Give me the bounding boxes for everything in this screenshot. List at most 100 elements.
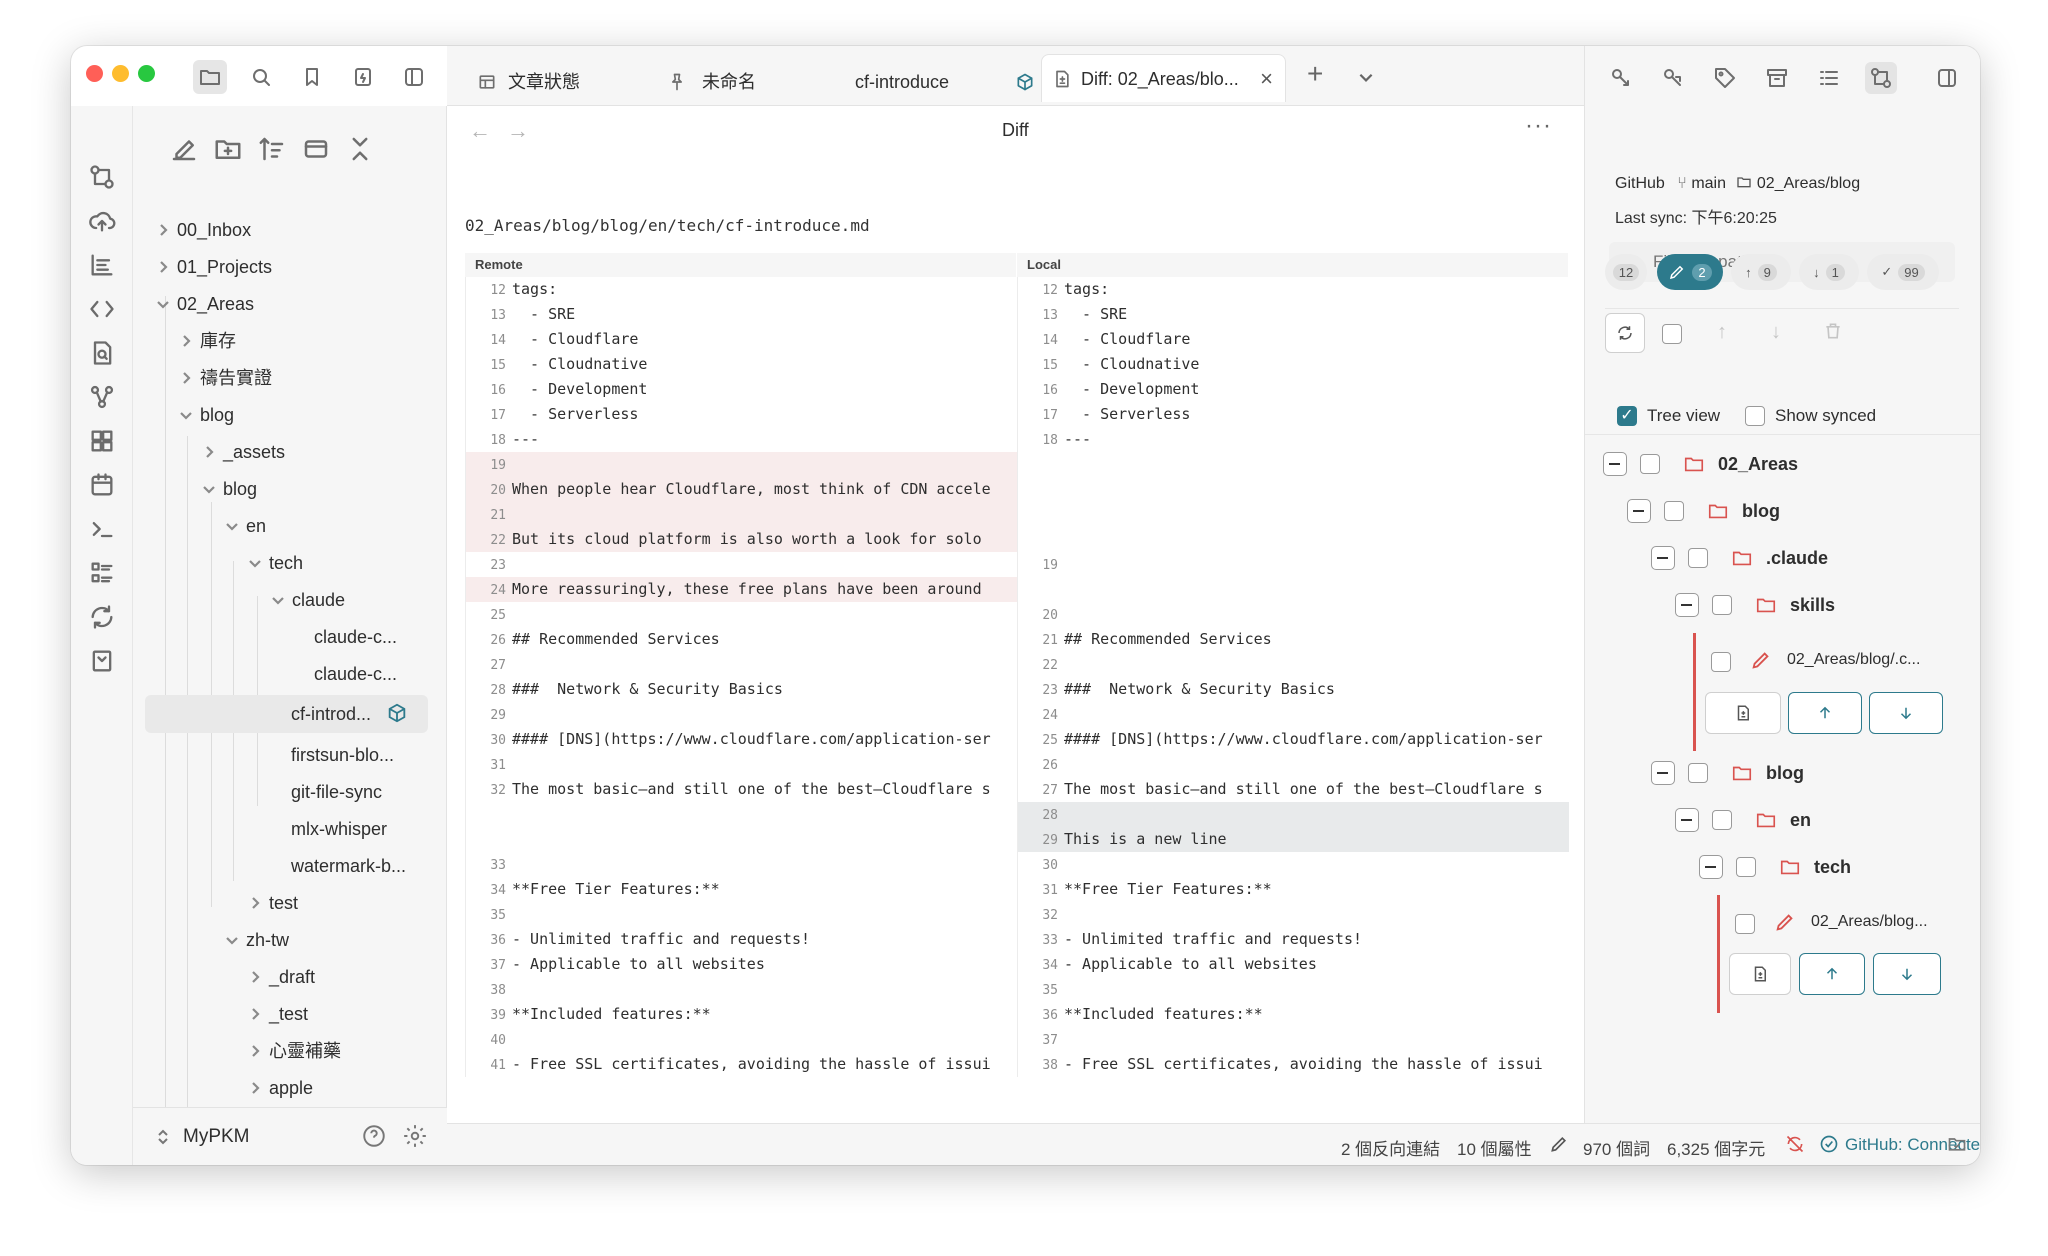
zoom-window-button[interactable]	[138, 65, 155, 82]
claude-checkbox[interactable]	[1688, 548, 1708, 568]
calendar-icon[interactable]	[88, 471, 116, 499]
git-folder-blog[interactable]: blog	[1742, 501, 1780, 522]
tech-checkbox[interactable]	[1736, 857, 1756, 877]
tab-list-chevron-icon[interactable]	[1357, 68, 1375, 86]
file-watermark[interactable]: watermark-b...	[291, 849, 406, 883]
file1-open-button[interactable]	[1705, 692, 1781, 734]
git-folder-claude[interactable]: .claude	[1766, 548, 1828, 569]
tree-view-checkbox[interactable]: ✓	[1617, 406, 1637, 426]
collapse-tabs-icon[interactable]	[301, 134, 331, 164]
pull-selected-icon[interactable]: ↓	[1771, 321, 1781, 344]
book-icon[interactable]	[88, 647, 116, 675]
file-search-icon[interactable]	[88, 339, 116, 367]
note-icon[interactable]	[346, 60, 380, 94]
tab-article-status[interactable]: 文章狀態	[477, 58, 580, 106]
folder-blog-inner[interactable]: blog	[201, 472, 257, 506]
folder-en[interactable]: en	[224, 509, 266, 543]
collapse-blog-button[interactable]	[1627, 499, 1651, 523]
vault-switcher[interactable]: MyPKM	[133, 1107, 447, 1165]
search-icon[interactable]	[244, 60, 278, 94]
list-icon[interactable]	[88, 251, 116, 279]
folder-areas[interactable]: 02_Areas	[155, 287, 254, 321]
push-selected-icon[interactable]: ↑	[1717, 321, 1727, 344]
collapse-blog2-button[interactable]	[1651, 761, 1675, 785]
bookmark-icon[interactable]	[295, 60, 329, 94]
folder-blog[interactable]: blog	[178, 398, 234, 432]
grid-icon[interactable]	[88, 427, 116, 455]
tab-untitled[interactable]: 未命名	[667, 58, 756, 106]
filter-modified-pill[interactable]: 2	[1657, 254, 1723, 290]
collapse-tech-button[interactable]	[1699, 855, 1723, 879]
filter-behind-pill[interactable]: ↓ 1	[1799, 254, 1859, 290]
folder-daogao[interactable]: 禱告實證	[178, 361, 272, 395]
areas-checkbox[interactable]	[1640, 454, 1660, 474]
filter-all-pill[interactable]: 12	[1605, 254, 1647, 290]
more-options-icon[interactable]: ···	[1525, 112, 1552, 140]
cloud-upload-icon[interactable]	[88, 207, 116, 235]
en-checkbox[interactable]	[1712, 810, 1732, 830]
close-tab-icon[interactable]: ×	[1260, 55, 1273, 103]
filter-synced-pill[interactable]: ✓ 99	[1867, 254, 1939, 290]
terminal-icon[interactable]	[88, 515, 116, 543]
collapse-all-icon[interactable]	[345, 134, 375, 164]
template-icon[interactable]	[88, 295, 116, 323]
collapse-areas-button[interactable]	[1603, 452, 1627, 476]
git-changes-icon[interactable]	[1865, 62, 1897, 94]
folder-test2[interactable]: _test	[247, 997, 308, 1031]
git-file-1[interactable]: 02_Areas/blog/.c...	[1787, 651, 1920, 669]
kanban-icon[interactable]	[88, 559, 116, 587]
folder-check-icon[interactable]	[1947, 1134, 1967, 1154]
file-mlx-whisper[interactable]: mlx-whisper	[291, 812, 387, 846]
git-file-2[interactable]: 02_Areas/blog...	[1811, 913, 1928, 931]
git-pull-icon[interactable]	[1605, 62, 1637, 94]
sort-icon[interactable]	[257, 134, 287, 164]
folder-projects[interactable]: 01_Projects	[155, 250, 272, 284]
file-git-file-sync[interactable]: git-file-sync	[291, 775, 382, 809]
select-all-checkbox[interactable]	[1662, 324, 1682, 344]
close-window-button[interactable]	[86, 65, 103, 82]
git-folder-areas[interactable]: 02_Areas	[1718, 454, 1798, 475]
tag-icon[interactable]	[1709, 62, 1741, 94]
edit-pencil-icon[interactable]	[1549, 1134, 1569, 1154]
forward-arrow-icon[interactable]: →	[507, 118, 529, 144]
folder-draft[interactable]: _draft	[247, 960, 315, 994]
properties-count[interactable]: 10 個屬性	[1457, 1135, 1532, 1160]
folder-xinling[interactable]: 心靈補藥	[247, 1034, 341, 1068]
sync-icon[interactable]	[88, 603, 116, 631]
settings-icon[interactable]	[402, 1123, 428, 1149]
filter-ahead-pill[interactable]: ↑ 9	[1731, 254, 1791, 290]
blog-checkbox[interactable]	[1664, 501, 1684, 521]
file-cf-introduce[interactable]: cf-introd...	[291, 697, 408, 731]
new-note-icon[interactable]	[169, 134, 199, 164]
git-folder-skills[interactable]: skills	[1790, 595, 1835, 616]
backlinks-count[interactable]: 2 個反向連結	[1341, 1135, 1440, 1160]
sidebar-toggle-icon[interactable]	[397, 60, 431, 94]
file1-checkbox[interactable]	[1711, 652, 1731, 672]
folder-claude[interactable]: claude	[270, 583, 345, 617]
new-tab-icon[interactable]: +	[1307, 58, 1323, 90]
file1-push-button[interactable]	[1788, 692, 1862, 734]
git-compare-icon[interactable]	[88, 163, 116, 191]
file2-pull-button[interactable]	[1873, 953, 1941, 995]
refresh-button[interactable]	[1605, 313, 1645, 353]
folder-test[interactable]: test	[247, 886, 298, 920]
file2-push-button[interactable]	[1799, 953, 1865, 995]
folder-assets[interactable]: _assets	[201, 435, 285, 469]
folder-apple[interactable]: apple	[247, 1071, 313, 1105]
help-icon[interactable]	[361, 1123, 387, 1149]
tab-diff[interactable]: Diff: 02_Areas/blo... ×	[1041, 54, 1286, 102]
folder-inbox[interactable]: 00_Inbox	[155, 213, 251, 247]
right-sidebar-toggle-icon[interactable]	[1931, 62, 1963, 94]
tab-cf-introduce[interactable]: cf-introduce	[847, 58, 1037, 106]
collapse-skills-button[interactable]	[1675, 593, 1699, 617]
file1-pull-button[interactable]	[1869, 692, 1943, 734]
show-synced-checkbox[interactable]	[1745, 406, 1765, 426]
folder-icon[interactable]	[193, 60, 227, 94]
file-claude-c1[interactable]: claude-c...	[314, 620, 397, 654]
file-claude-c2[interactable]: claude-c...	[314, 657, 397, 691]
skills-checkbox[interactable]	[1712, 595, 1732, 615]
git-folder-en[interactable]: en	[1790, 810, 1811, 831]
sync-error-icon[interactable]	[1785, 1134, 1805, 1154]
remote-pane[interactable]: 12 tags: 13 - SRE 14 - Cloudflare 15 - Cloud…	[465, 277, 1017, 1077]
blog2-checkbox[interactable]	[1688, 763, 1708, 783]
